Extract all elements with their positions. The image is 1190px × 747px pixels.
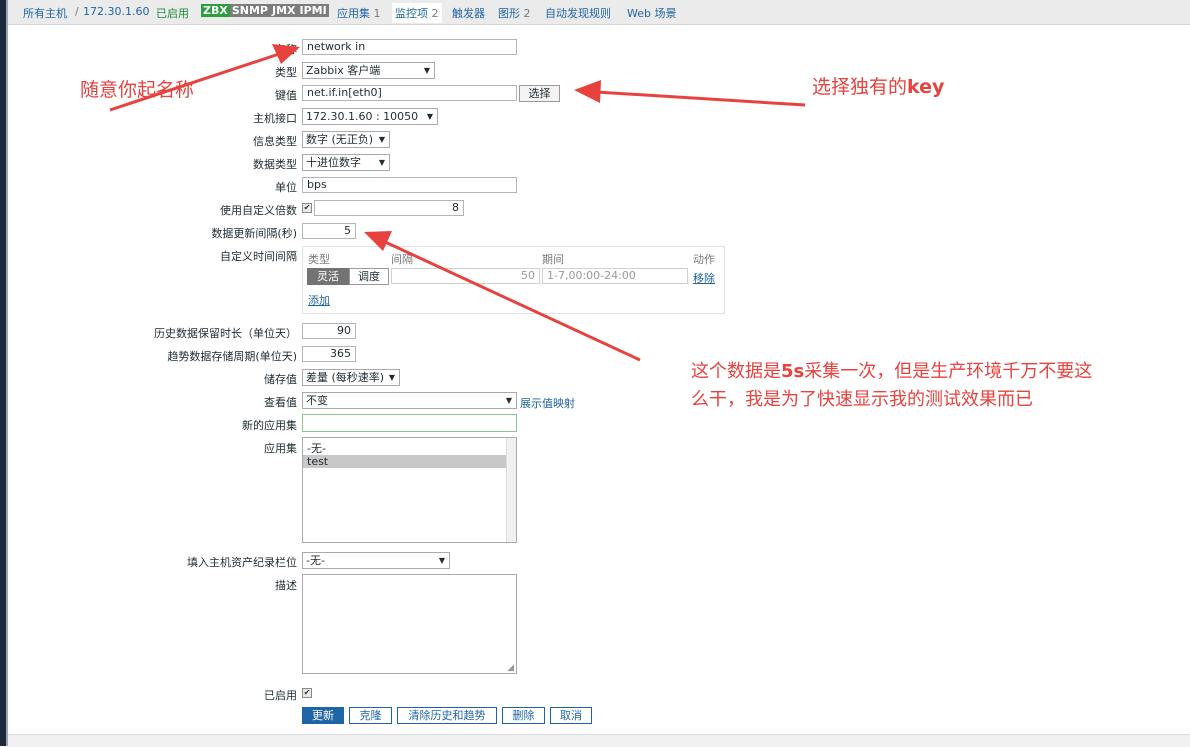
- annotation-name-hint: 随意你起名称: [80, 79, 195, 101]
- annotation-arrowhead-key: [574, 80, 601, 103]
- annotation-arrowhead-interval: [364, 231, 392, 251]
- annotation-arrow-key: [595, 90, 806, 107]
- annotation-arrow-interval: [382, 239, 641, 362]
- annotation-interval-hint-line2: 么干，我是为了快速显示我的测试效果而已: [691, 389, 1033, 410]
- annotation-key-hint: 选择独有的key: [812, 76, 945, 98]
- annotation-interval-hint-line1: 这个数据是5s采集一次，但是生产环境千万不要这: [691, 361, 1093, 382]
